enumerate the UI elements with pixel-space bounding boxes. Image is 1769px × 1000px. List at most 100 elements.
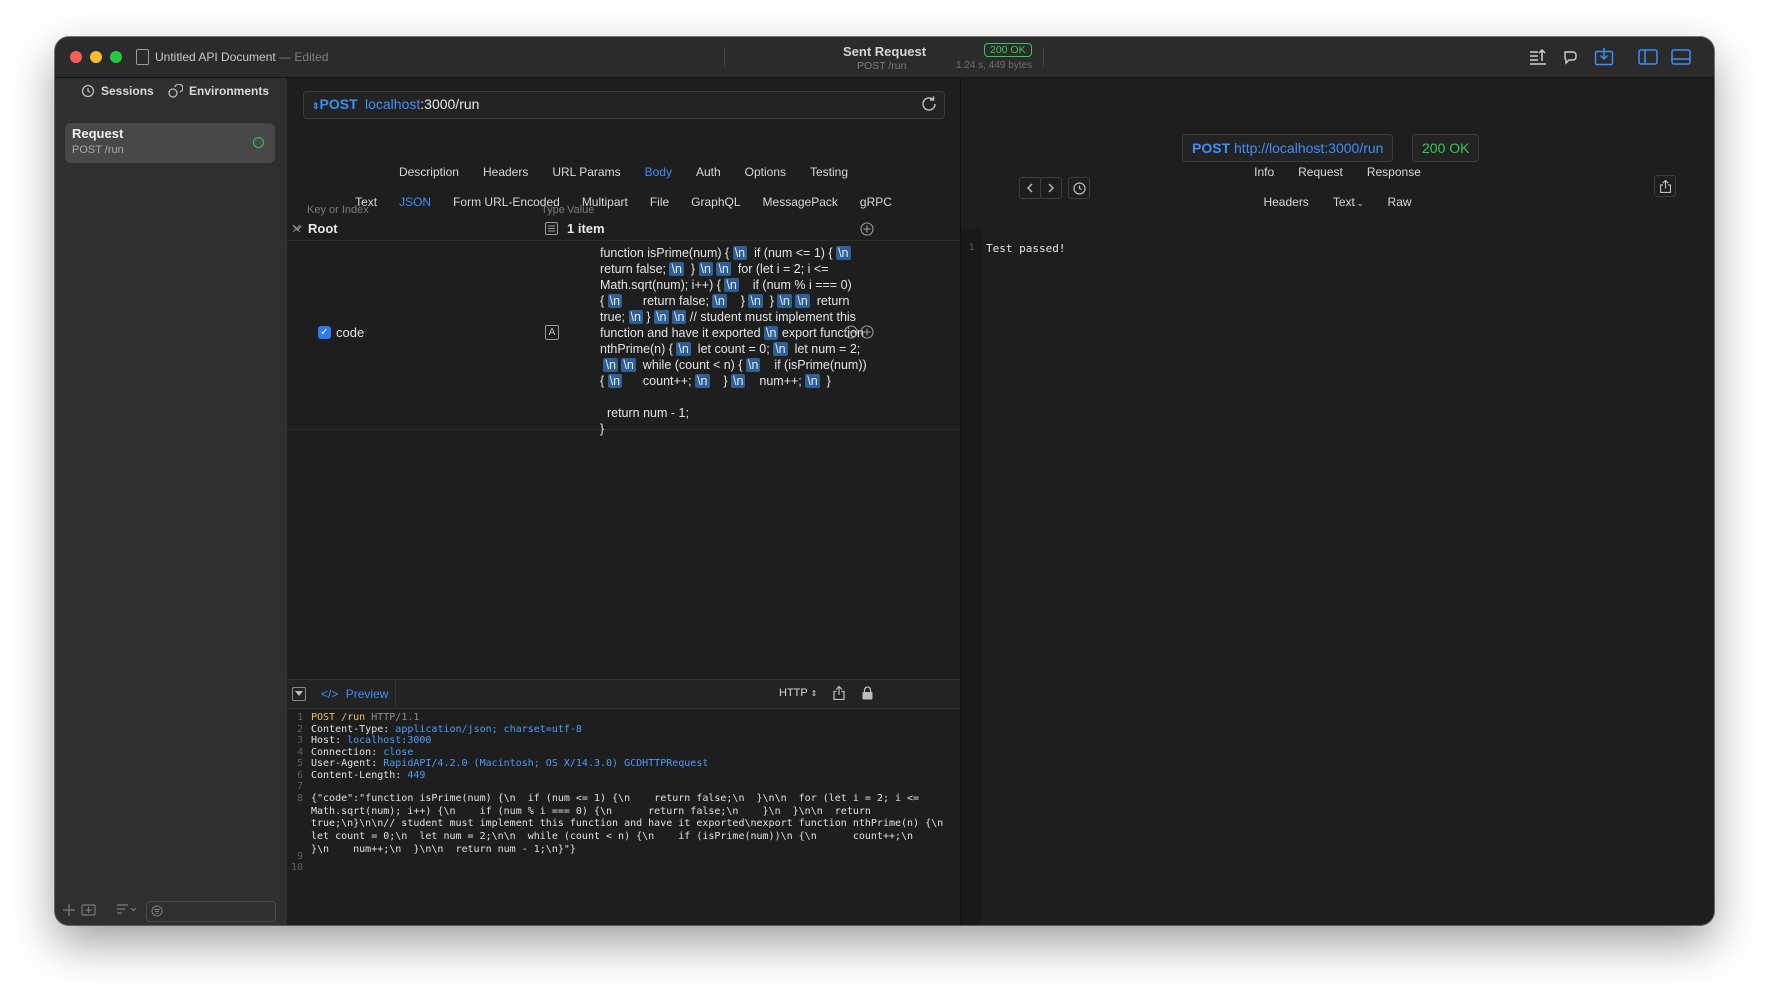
tab-testing[interactable]: Testing — [810, 165, 848, 179]
code-line: nthPrime(n) { \n let count = 0; \n let n… — [600, 342, 861, 356]
new-group-icon[interactable] — [81, 903, 96, 916]
value-column-header: Value — [567, 204, 595, 216]
tab-description[interactable]: Description — [399, 165, 459, 179]
status-badge: 200 OK — [984, 43, 1032, 57]
sidebar-item-request[interactable]: Request POST /run — [65, 123, 275, 163]
root-row[interactable]: Root 1 item — [287, 218, 960, 241]
zoom-window-button[interactable] — [110, 51, 122, 63]
chevron-right-icon — [1048, 183, 1054, 193]
tab-sessions[interactable]: Sessions — [81, 84, 154, 98]
body-type-grpc[interactable]: gRPC — [860, 195, 892, 209]
remove-item-icon[interactable] — [844, 325, 858, 339]
sidebar: Sessions Environments Request POST /run — [55, 78, 287, 925]
code-icon: </> — [321, 687, 339, 701]
code-line: return false; \n } \n \n for (let i = 2;… — [600, 262, 829, 276]
document-icon — [136, 49, 149, 65]
filter-input[interactable] — [146, 901, 276, 922]
sub-tab-text[interactable]: Text ⌄ — [1333, 195, 1364, 209]
url-input[interactable]: localhost:3000/run — [365, 96, 479, 112]
add-item-icon[interactable] — [860, 222, 874, 236]
key-column-header: Key or Index — [307, 204, 369, 216]
chevron-down-icon[interactable] — [293, 225, 302, 232]
line-value: /run — [335, 712, 366, 723]
export-button[interactable] — [1654, 175, 1676, 197]
method-selector[interactable]: ⇕POST — [312, 96, 358, 112]
newline-token: \n — [676, 342, 691, 356]
tab-options[interactable]: Options — [745, 165, 786, 179]
tab-url-params[interactable]: URL Params — [552, 165, 620, 179]
response-body: Test passed! — [986, 242, 1066, 255]
newline-token: \n — [671, 310, 687, 324]
url-bar[interactable]: ⇕POST localhost:3000/run — [303, 91, 945, 119]
filter-icon — [151, 905, 163, 917]
code-value-editor[interactable]: function isPrime(num) { \n if (num <= 1)… — [600, 245, 893, 437]
request-tabs: Description Headers URL Params Body Auth Opti… — [287, 165, 960, 179]
add-item-icon[interactable] — [860, 325, 874, 339]
code-line: \n \n while (count < n) { \n if (isPrime… — [603, 358, 867, 372]
tab-response[interactable]: Response — [1367, 165, 1421, 179]
string-type-icon[interactable]: A — [545, 325, 559, 340]
toolbar-divider — [724, 47, 725, 67]
http-line: Connection: close — [311, 747, 413, 758]
newline-token: \n — [712, 294, 727, 308]
toggle-preview-icon[interactable] — [292, 687, 306, 701]
sub-tab-headers[interactable]: Headers — [1263, 195, 1308, 209]
sort-icon[interactable] — [1526, 45, 1550, 69]
sort-menu-icon[interactable] — [117, 904, 137, 915]
url-host: localhost — [365, 96, 421, 112]
code-row[interactable]: ✓ code A function isPrime(num) { \n if (… — [287, 240, 960, 436]
tab-preview[interactable]: </> Preview — [309, 680, 396, 708]
newline-token: \n — [748, 294, 763, 308]
format-selector[interactable]: HTTP ⇕ — [779, 687, 817, 699]
body-type-tabs: Text JSON Form URL-Encoded Multipart File Gra… — [287, 195, 960, 209]
tab-environments[interactable]: Environments — [168, 84, 269, 98]
object-type-icon[interactable] — [545, 222, 558, 235]
http-line: Content-Length: 449 — [311, 770, 425, 781]
clock-icon — [1072, 181, 1086, 195]
tab-body[interactable]: Body — [645, 165, 672, 179]
response-method: POST — [1192, 140, 1231, 156]
refresh-icon[interactable] — [920, 95, 938, 113]
response-url-text: http://localhost:3000/run — [1234, 140, 1384, 156]
preview-tab-label: Preview — [345, 687, 389, 701]
line-number: 6 — [296, 770, 303, 781]
row-key[interactable]: code — [336, 325, 364, 340]
close-window-button[interactable] — [70, 51, 82, 63]
response-sub-tabs: Headers Text ⌄ Raw — [961, 195, 1714, 209]
share-icon[interactable] — [833, 686, 845, 700]
code-line: { \n return false; \n } \n } \n \n retur… — [600, 294, 850, 308]
sent-request-subtitle: POST /run — [857, 60, 907, 72]
line-value: application/json; charset=utf-8 — [395, 724, 582, 735]
type-column-header: Type — [541, 204, 565, 216]
line-text: Content-Type: — [311, 724, 396, 735]
body-type-graphql[interactable]: GraphQL — [691, 195, 740, 209]
sub-tab-raw[interactable]: Raw — [1388, 195, 1412, 209]
http-line: Host: localhost:3000 — [311, 735, 431, 746]
toggle-bottom-panel-icon[interactable] — [1669, 45, 1693, 69]
line-protocol: HTTP/1.1 — [365, 712, 420, 723]
newline-token: \n — [698, 262, 713, 276]
sent-request-title: Sent Request — [843, 44, 927, 59]
body-type-file[interactable]: File — [650, 195, 669, 209]
add-icon[interactable] — [63, 904, 75, 916]
cookie-icon[interactable] — [1559, 45, 1583, 69]
tab-auth[interactable]: Auth — [696, 165, 721, 179]
code-line: function isPrime(num) { \n if (num <= 1)… — [600, 246, 851, 260]
tab-headers[interactable]: Headers — [483, 165, 528, 179]
toggle-sidebar-icon[interactable] — [1636, 45, 1660, 69]
preview-bar: </> Preview HTTP ⇕ — [287, 679, 960, 709]
tab-info[interactable]: Info — [1254, 165, 1274, 179]
newline-token: \n — [731, 374, 746, 388]
lock-icon[interactable] — [862, 686, 873, 700]
document-title: Untitled API Document — Edited — [155, 50, 328, 64]
line-value: RapidAPI/4.2.0 (Macintosh; OS X/14.3.0) … — [383, 758, 709, 769]
import-icon[interactable] — [1592, 45, 1616, 69]
tab-request[interactable]: Request — [1298, 165, 1343, 179]
response-status: 200 OK — [1412, 134, 1480, 162]
code-enabled-checkbox[interactable]: ✓ — [318, 326, 331, 339]
line-value: 449 — [407, 770, 426, 781]
minimize-window-button[interactable] — [90, 51, 102, 63]
body-type-json[interactable]: JSON — [399, 195, 431, 209]
sidebar-bottom-bar — [55, 895, 287, 925]
body-type-messagepack[interactable]: MessagePack — [763, 195, 838, 209]
